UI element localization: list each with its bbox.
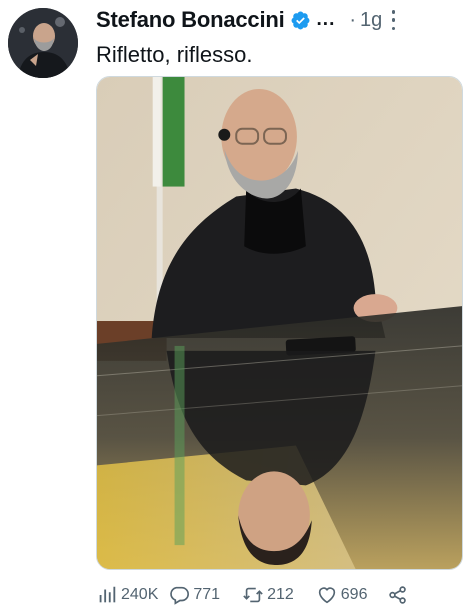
retweet-count: 212: [267, 586, 294, 603]
more-vertical-icon[interactable]: [390, 10, 396, 30]
tweet-header: Stefano Bonaccini ... · 1g: [96, 6, 468, 34]
like-button[interactable]: 696: [316, 584, 368, 606]
tweet-media-image[interactable]: [96, 76, 463, 570]
reply-bubble-icon: [170, 586, 190, 605]
tweet-action-bar: 240K 771 212 696: [96, 582, 462, 608]
retweet-button[interactable]: 212: [242, 584, 294, 606]
views-count: 240K: [121, 586, 159, 603]
share-button[interactable]: [387, 584, 409, 606]
views-chart-icon: [99, 586, 116, 603]
separator-dot: ·: [349, 8, 357, 31]
verified-badge-icon: [291, 11, 309, 29]
tweet-text: Rifletto, riflesso.: [96, 42, 253, 67]
name-truncation-ellipsis: ...: [316, 9, 336, 30]
like-count: 696: [340, 586, 368, 603]
heart-icon: [318, 587, 335, 604]
avatar-photo: [8, 8, 78, 78]
avatar[interactable]: [8, 8, 78, 78]
reply-button[interactable]: 771: [168, 584, 220, 606]
author-name[interactable]: Stefano Bonaccini: [96, 7, 285, 33]
retweet-icon: [243, 587, 263, 603]
reply-count: 771: [193, 586, 221, 603]
views-button[interactable]: 240K: [96, 584, 158, 606]
share-icon: [389, 586, 407, 604]
tweet-timestamp[interactable]: 1g: [360, 9, 382, 32]
photo-man-at-reflective-table: [97, 77, 462, 569]
